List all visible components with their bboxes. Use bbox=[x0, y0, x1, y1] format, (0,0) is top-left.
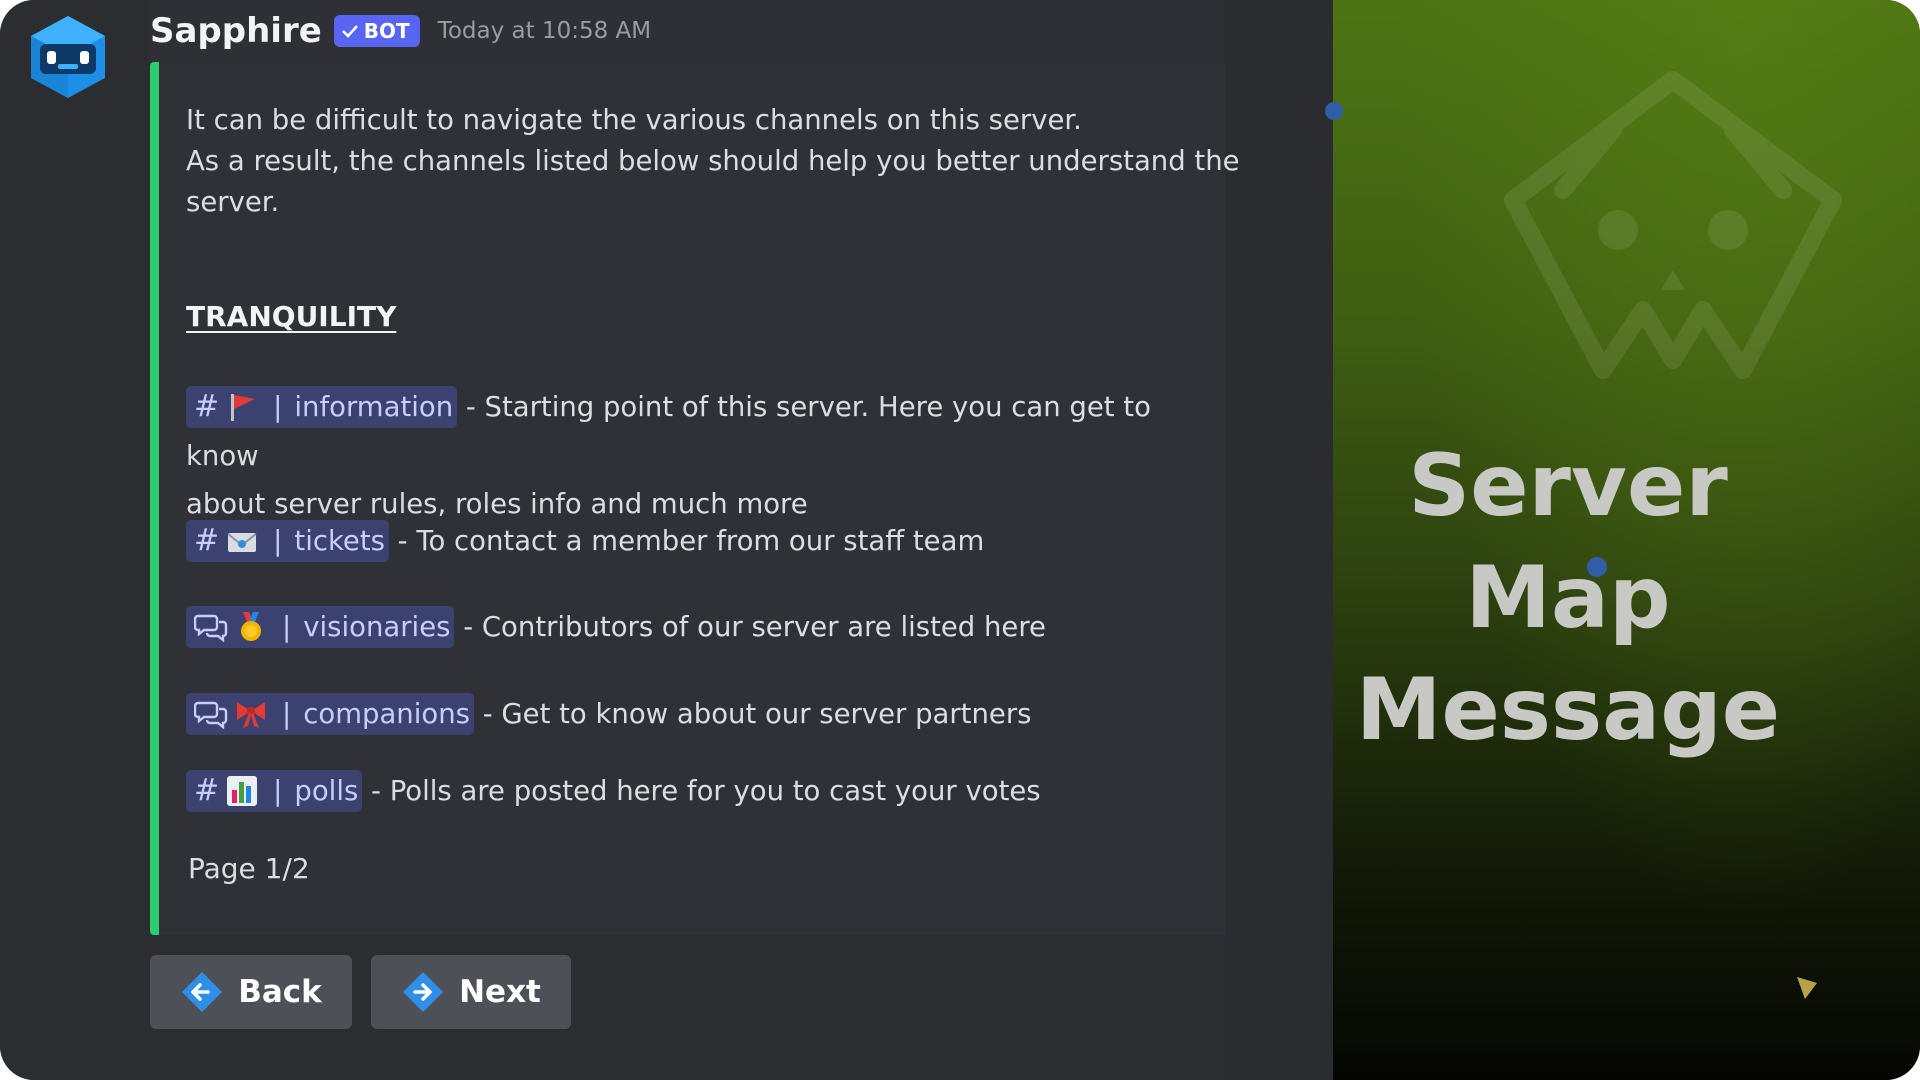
channel-name: tickets bbox=[294, 525, 385, 557]
next-button-label: Next bbox=[459, 974, 541, 1010]
back-button-label: Back bbox=[238, 974, 322, 1010]
channel-separator: | bbox=[273, 775, 283, 807]
channel-description: - To contact a member from our staff tea… bbox=[388, 525, 985, 557]
decor-dot bbox=[1587, 557, 1607, 577]
channel-description: - Get to know about our server partners bbox=[473, 698, 1032, 730]
channel-row-information: # | information - Starting point of this… bbox=[186, 382, 1231, 528]
red-flag-emoji bbox=[231, 394, 256, 421]
channel-row-tickets: # | tickets - To contact a member from o… bbox=[186, 516, 1231, 565]
channel-description: - Contributors of our server are listed … bbox=[454, 611, 1046, 643]
screenshot-frame: Sapphire BOT Today at 10:58 AM It can be… bbox=[0, 0, 1920, 1080]
channel-mention-polls[interactable]: # | polls bbox=[186, 770, 363, 812]
promo-title: Server Map Message bbox=[1333, 430, 1803, 766]
promo-panel: Server Map Message bbox=[1325, 0, 1920, 1080]
embed-heading: TRANQUILITY bbox=[186, 300, 397, 333]
decor-dot bbox=[1325, 102, 1343, 120]
promo-title-line: Message bbox=[1355, 660, 1781, 760]
robot-avatar-icon[interactable] bbox=[27, 14, 109, 100]
mascot-watermark-icon bbox=[1504, 71, 1842, 379]
message-header: Sapphire BOT Today at 10:58 AM bbox=[150, 8, 651, 54]
forum-icon bbox=[194, 701, 228, 729]
bar-chart-emoji bbox=[227, 776, 258, 806]
bot-badge-label: BOT bbox=[363, 19, 410, 43]
channel-mention-companions[interactable]: | companions bbox=[186, 693, 474, 735]
channel-name: information bbox=[294, 391, 454, 423]
embed-footer: Page 1/2 bbox=[188, 852, 310, 885]
medal-emoji bbox=[241, 612, 261, 641]
channel-mention-visionaries[interactable]: | visionaries bbox=[186, 606, 455, 648]
check-icon bbox=[341, 25, 358, 38]
hash-icon: # bbox=[194, 389, 220, 424]
channel-mention-tickets[interactable]: # | tickets bbox=[186, 520, 389, 562]
author-name[interactable]: Sapphire bbox=[150, 11, 322, 51]
intro-line: server. bbox=[186, 186, 280, 218]
channel-separator: | bbox=[273, 391, 283, 423]
channel-row-visionaries: | visionaries - Contributors of our serv… bbox=[186, 602, 1231, 651]
channel-separator: | bbox=[282, 698, 292, 730]
ribbon-emoji bbox=[237, 702, 265, 728]
intro-line: As a result, the channels listed below s… bbox=[186, 145, 1240, 177]
intro-line: It can be difficult to navigate the vari… bbox=[186, 104, 1082, 136]
next-button[interactable]: Next bbox=[371, 955, 571, 1029]
hash-icon: # bbox=[194, 773, 220, 808]
embed-intro: It can be difficult to navigate the vari… bbox=[186, 100, 1240, 223]
channel-name: visionaries bbox=[303, 611, 451, 643]
embed-accent-bar bbox=[150, 62, 159, 935]
channel-row-companions: | companions - Get to know about our ser… bbox=[186, 689, 1231, 738]
channel-mention-information[interactable]: # | information bbox=[186, 386, 458, 428]
chat-right-gutter bbox=[1224, 0, 1333, 1080]
arrow-left-icon bbox=[182, 972, 223, 1012]
channel-description: - Polls are posted here for you to cast … bbox=[362, 775, 1041, 807]
channel-separator: | bbox=[273, 525, 283, 557]
channel-row-polls: # | polls - Polls are posted here for yo… bbox=[186, 766, 1231, 815]
chat-area: Sapphire BOT Today at 10:58 AM It can be… bbox=[0, 0, 1333, 1080]
message-timestamp[interactable]: Today at 10:58 AM bbox=[438, 18, 651, 44]
channel-separator: | bbox=[282, 611, 292, 643]
envelope-emoji bbox=[227, 533, 257, 552]
arrow-right-icon bbox=[403, 972, 444, 1012]
channel-name: polls bbox=[294, 775, 359, 807]
bot-badge: BOT bbox=[333, 15, 420, 47]
promo-title-line: Server Map bbox=[1408, 436, 1728, 648]
back-button[interactable]: Back bbox=[150, 955, 352, 1029]
hash-icon: # bbox=[194, 523, 220, 558]
forum-icon bbox=[194, 614, 228, 642]
message-embed: It can be difficult to navigate the vari… bbox=[150, 62, 1240, 935]
channel-name: companions bbox=[303, 698, 470, 730]
pointer-cursor-icon bbox=[1797, 977, 1817, 999]
